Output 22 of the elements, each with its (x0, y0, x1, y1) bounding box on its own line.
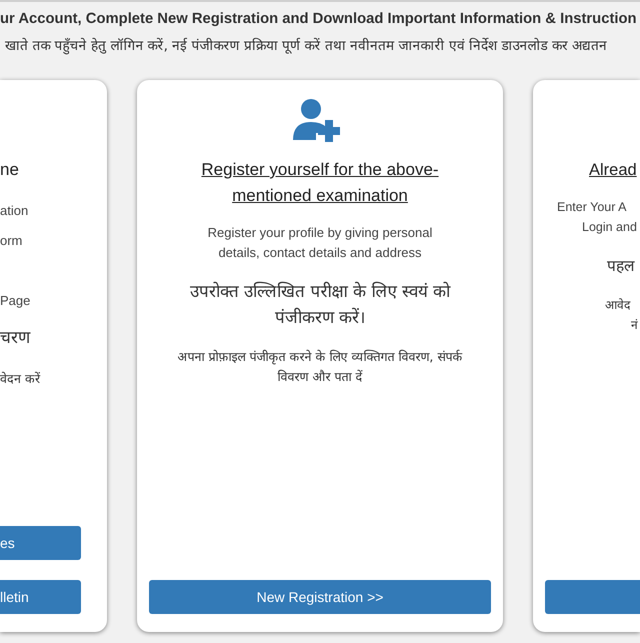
card-heading: Alread (588, 160, 638, 181)
hindi-description: नं (630, 317, 639, 334)
card-description: Register your profile by giving personal details, contact details and address (206, 224, 434, 262)
action-button[interactable]: New Registration >> (149, 580, 491, 614)
card-heading: ne (0, 159, 20, 181)
hindi-description: वेदन करें (0, 370, 42, 388)
card-description: Login and (581, 219, 638, 236)
hindi-description: आवेद (604, 297, 632, 314)
hindi-heading: उपरोक्त उल्लिखित परीक्षा के लिए स्वयं को पंजीकरण करें। (188, 280, 452, 330)
hindi-heading: चरण (0, 327, 32, 350)
blank-button[interactable] (545, 580, 640, 614)
hindi-heading: पहल (606, 256, 636, 277)
page-title: ur Account, Complete New Registration and Download Important Information & Instruction (0, 11, 638, 27)
action-button[interactable]: es (0, 526, 81, 560)
hindi-description: अपना प्रोफ़ाइल पंजीकृत करने के लिए व्यक्तिगत विवरण, संपर्क विवरण और पता दें (176, 348, 464, 386)
action-button[interactable]: lletin (0, 580, 81, 614)
card-heading: Register yourself for the above-mentioned examination (200, 159, 440, 207)
card-description: Page (0, 292, 32, 310)
card-description: ation (0, 202, 30, 220)
page-subtitle: खाते तक पहुँचने हेतु लॉगिन करें, नई पंजीकरण प्रक्रिया पूर्ण करें तथा नवीनतम जानकारी एवं निर्देश डाउनलोड कर अद्यतन (4, 36, 608, 54)
card-description: orm (0, 232, 24, 250)
card-description: Enter Your A (556, 199, 628, 216)
